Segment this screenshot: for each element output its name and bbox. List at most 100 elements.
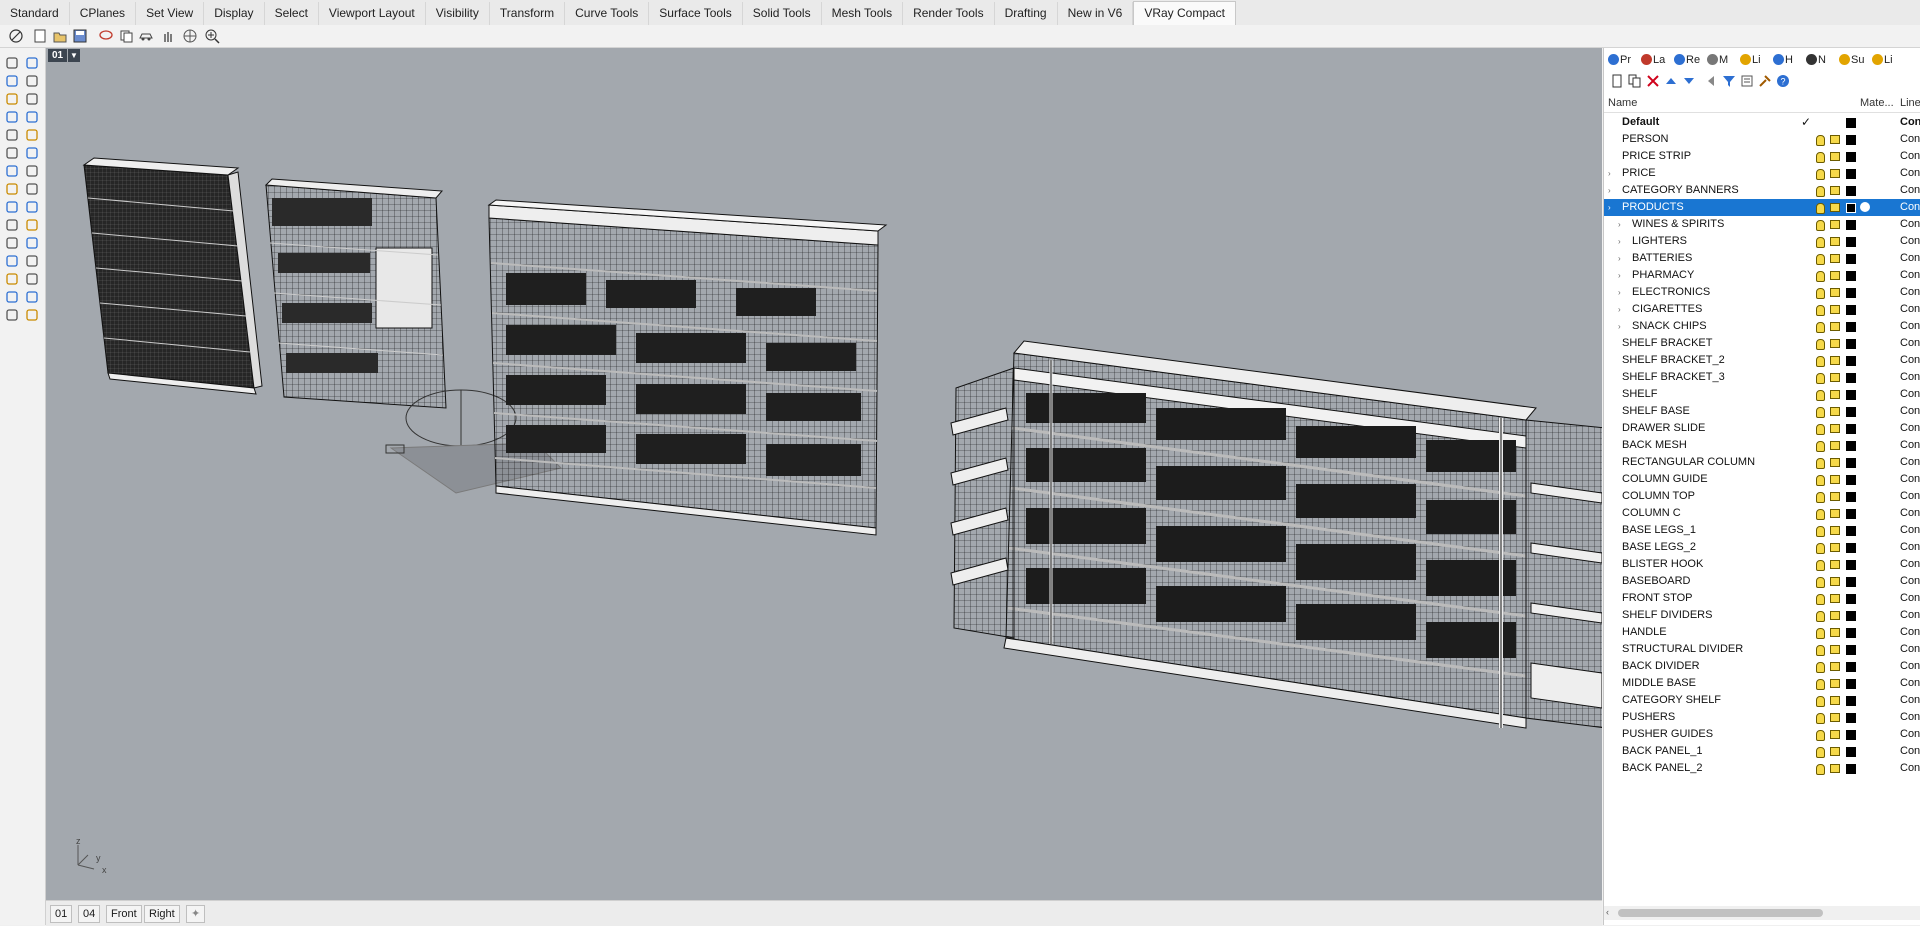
horizontal-scrollbar[interactable]: ‹	[1604, 906, 1920, 920]
lock-icon[interactable]	[1830, 356, 1840, 365]
layer-color-swatch[interactable]	[1846, 611, 1856, 621]
box-icon[interactable]	[5, 164, 19, 178]
lock-icon[interactable]	[1830, 271, 1840, 280]
circle-icon[interactable]	[5, 92, 19, 106]
layer-color-swatch[interactable]	[1846, 543, 1856, 553]
layer-color-swatch[interactable]	[1846, 730, 1856, 740]
layer-color-swatch[interactable]	[1846, 186, 1856, 196]
polygon-icon[interactable]	[5, 128, 19, 142]
layer-row[interactable]: BASE LEGS_1 Con	[1604, 522, 1920, 539]
lock-icon[interactable]	[1830, 458, 1840, 467]
copy-icon[interactable]	[118, 28, 134, 44]
layer-linetype[interactable]: Con	[1900, 556, 1920, 573]
layer-color-swatch[interactable]	[1846, 373, 1856, 383]
layer-color-swatch[interactable]	[1846, 628, 1856, 638]
lock-icon[interactable]	[1830, 611, 1840, 620]
layer-row[interactable]: › PRODUCTS Con	[1604, 199, 1920, 216]
expand-chevron-icon[interactable]: ›	[1608, 182, 1611, 199]
layer-row[interactable]: BASEBOARD Con	[1604, 573, 1920, 590]
expand-chevron-icon[interactable]: ›	[1618, 233, 1621, 250]
layer-row[interactable]: FRONT STOP Con	[1604, 590, 1920, 607]
panel-tab[interactable]: M	[1707, 52, 1728, 69]
tools-icon[interactable]	[1758, 74, 1772, 88]
layer-linetype[interactable]: Con	[1900, 199, 1920, 216]
layer-color-swatch[interactable]	[1846, 220, 1856, 230]
layer-color-swatch[interactable]	[1846, 526, 1856, 536]
layer-color-swatch[interactable]	[1846, 407, 1856, 417]
layer-linetype[interactable]: Con	[1900, 505, 1920, 522]
sphere-icon[interactable]	[25, 164, 39, 178]
lock-icon[interactable]	[1830, 679, 1840, 688]
ribbon-tab[interactable]: Set View	[136, 2, 205, 25]
car-icon[interactable]	[138, 28, 154, 44]
scale-icon[interactable]	[25, 200, 39, 214]
layer-color-swatch[interactable]	[1846, 764, 1856, 774]
layer-linetype[interactable]: Con	[1900, 522, 1920, 539]
lock-icon[interactable]	[1830, 577, 1840, 586]
lock-icon[interactable]	[1830, 747, 1840, 756]
visibility-bulb-icon[interactable]	[1816, 135, 1825, 146]
ribbon-tab[interactable]: Standard	[0, 2, 70, 25]
properties-icon[interactable]	[1740, 74, 1754, 88]
lock-icon[interactable]	[1830, 203, 1840, 212]
layer-linetype[interactable]: Con	[1900, 233, 1920, 250]
viewport-tab[interactable]: Right	[144, 905, 180, 923]
lock-icon[interactable]	[1830, 764, 1840, 773]
layer-color-swatch[interactable]	[1846, 424, 1856, 434]
material-sphere-icon[interactable]	[1860, 202, 1870, 212]
layer-color-swatch[interactable]	[1846, 356, 1856, 366]
layer-linetype[interactable]: Con	[1900, 403, 1920, 420]
check-icon[interactable]	[25, 290, 39, 304]
lock-icon[interactable]	[1830, 424, 1840, 433]
lock-icon[interactable]	[1830, 152, 1840, 161]
layer-linetype[interactable]: Con	[1900, 250, 1920, 267]
lock-icon[interactable]	[1830, 373, 1840, 382]
layer-linetype[interactable]: Con	[1900, 539, 1920, 556]
layer-color-swatch[interactable]	[1846, 679, 1856, 689]
ribbon-tab[interactable]: CPlanes	[70, 2, 137, 25]
delete-icon[interactable]	[1646, 74, 1660, 88]
layer-color-swatch[interactable]	[1846, 203, 1856, 213]
layer-row[interactable]: SHELF BASE Con	[1604, 403, 1920, 420]
layer-row[interactable]: DRAWER SLIDE Con	[1604, 420, 1920, 437]
material-column-header[interactable]: Mate...	[1860, 97, 1894, 109]
layer-row[interactable]: BACK PANEL_2 Con	[1604, 760, 1920, 777]
layer-row[interactable]: SHELF BRACKET_3 Con	[1604, 369, 1920, 386]
zoom-icon[interactable]	[204, 28, 220, 44]
ribbon-tab[interactable]: Viewport Layout	[319, 2, 426, 25]
analyze-icon[interactable]	[25, 272, 39, 286]
layer-row[interactable]: › PHARMACY Con	[1604, 267, 1920, 284]
extrude-icon[interactable]	[25, 146, 39, 160]
visibility-bulb-icon[interactable]	[1816, 152, 1825, 163]
lock-icon[interactable]	[1830, 730, 1840, 739]
viewport-tab[interactable]: Front	[106, 905, 142, 923]
layer-linetype[interactable]: Con	[1900, 148, 1920, 165]
visibility-bulb-icon[interactable]	[1816, 288, 1825, 299]
layer-color-swatch[interactable]	[1846, 696, 1856, 706]
split-icon[interactable]	[5, 254, 19, 268]
lock-icon[interactable]	[1830, 526, 1840, 535]
trim-icon[interactable]	[25, 236, 39, 250]
lock-icon[interactable]	[1830, 475, 1840, 484]
visibility-bulb-icon[interactable]	[1816, 237, 1825, 248]
layer-color-swatch[interactable]	[1846, 135, 1856, 145]
ellipse-icon[interactable]	[5, 110, 19, 124]
cancel-icon[interactable]	[8, 28, 24, 44]
panel-tab[interactable]: La	[1641, 52, 1665, 69]
new-sublayer-icon[interactable]	[1628, 74, 1642, 88]
visibility-bulb-icon[interactable]	[1816, 543, 1825, 554]
visibility-bulb-icon[interactable]	[1816, 407, 1825, 418]
expand-chevron-icon[interactable]: ›	[1608, 199, 1611, 216]
panel-tab[interactable]: N	[1806, 52, 1826, 69]
expand-chevron-icon[interactable]: ›	[1618, 267, 1621, 284]
layer-linetype[interactable]: Con	[1900, 131, 1920, 148]
visibility-bulb-icon[interactable]	[1816, 169, 1825, 180]
perspective-viewport[interactable]: 01 ▼ z y x	[46, 48, 1602, 900]
lock-icon[interactable]	[1830, 407, 1840, 416]
layer-linetype[interactable]: Con	[1900, 590, 1920, 607]
ribbon-tab[interactable]: Visibility	[426, 2, 490, 25]
visibility-bulb-icon[interactable]	[1816, 441, 1825, 452]
mesh-icon[interactable]	[5, 200, 19, 214]
layer-linetype[interactable]: Con	[1900, 692, 1920, 709]
layer-linetype[interactable]: Con	[1900, 641, 1920, 658]
